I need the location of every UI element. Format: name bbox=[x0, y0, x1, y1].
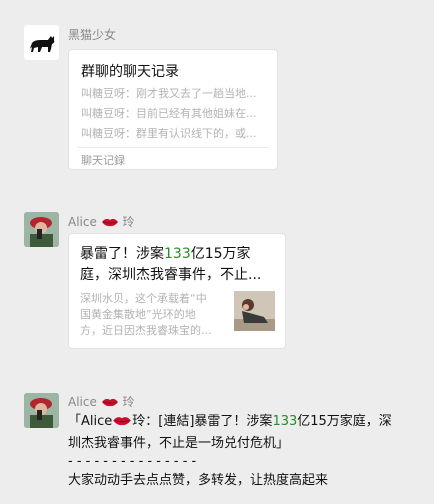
lips-emoji-icon bbox=[101, 396, 119, 410]
link-desc-line: 方，近日因杰我睿珠宝的... bbox=[80, 324, 212, 337]
chat-history-line: 叫糖豆呀：目前已经有其他姐妹在... bbox=[81, 107, 257, 120]
link-thumbnail bbox=[234, 291, 275, 331]
text-name: Alice bbox=[81, 414, 113, 429]
text-open-bracket: 「 bbox=[68, 414, 82, 429]
sender-name: Alice 玲 bbox=[68, 213, 135, 230]
sender-suffix: 玲 bbox=[122, 215, 135, 229]
text-line-4: 大家动动手去点点赞，多转发，让热度高起来 bbox=[68, 473, 329, 488]
link-description: 深圳水贝，这个承载着“中 国黄金集散地”光环的地 方，近日因杰我睿珠宝的... bbox=[80, 291, 230, 339]
link-title-prefix: 暴雷了！涉案 bbox=[80, 246, 164, 262]
text-rest: 亿15万家庭，深 bbox=[297, 414, 392, 429]
chat-history-card[interactable]: 群聊的聊天记录 叫糖豆呀：刚才我又去了一趟当地... 叫糖豆呀：目前已经有其他姐… bbox=[68, 49, 278, 170]
text-number: 133 bbox=[272, 414, 298, 429]
alice-avatar-icon[interactable] bbox=[24, 212, 59, 247]
text-message[interactable]: 「Alice 玲：[連結]暴雷了！涉案133亿15万家庭，深 圳杰我睿事件，不止是… bbox=[68, 411, 430, 491]
lips-emoji-icon bbox=[112, 412, 132, 433]
link-desc-line: 深圳水贝，这个承载着“中 bbox=[80, 292, 207, 305]
sender-name-text: Alice bbox=[68, 215, 97, 229]
link-desc-line: 国黄金集散地”光环的地 bbox=[80, 308, 196, 321]
text-name-suffix: 玲：[連結]暴雷了！涉案 bbox=[132, 414, 273, 429]
sender-name: 黑猫少女 bbox=[68, 28, 117, 42]
link-title: 暴雷了！涉案133亿15万家 庭，深圳杰我睿事件，不止... bbox=[80, 244, 280, 286]
chat-history-title: 群聊的聊天记录 bbox=[81, 64, 179, 80]
chat-history-line: 叫糖豆呀：刚才我又去了一趟当地... bbox=[81, 87, 257, 100]
link-title-number: 133 bbox=[164, 246, 191, 262]
black-cat-avatar-icon[interactable] bbox=[24, 25, 59, 60]
link-title-line2: 庭，深圳杰我睿事件，不止... bbox=[80, 267, 262, 283]
text-line-2: 圳杰我睿事件，不止是一场兑付危机」 bbox=[68, 436, 290, 451]
link-title-rest: 亿15万家 bbox=[190, 246, 251, 262]
chat-history-line: 叫糖豆呀：群里有认识线下的，或... bbox=[81, 127, 257, 140]
text-line-1: 「Alice 玲：[連結]暴雷了！涉案133亿15万家庭，深 bbox=[68, 411, 430, 433]
sender-name-text: Alice bbox=[68, 395, 97, 409]
alice-avatar-icon[interactable] bbox=[24, 393, 59, 428]
sender-suffix: 玲 bbox=[122, 395, 135, 409]
chat-history-footer: 聊天记録 bbox=[77, 147, 269, 168]
text-separator: - - - - - - - - - - - - - - - bbox=[68, 454, 197, 469]
sender-name: Alice 玲 bbox=[68, 393, 135, 410]
link-card[interactable]: 暴雷了！涉案133亿15万家 庭，深圳杰我睿事件，不止... 深圳水贝，这个承载… bbox=[68, 233, 286, 349]
lips-emoji-icon bbox=[101, 216, 119, 230]
